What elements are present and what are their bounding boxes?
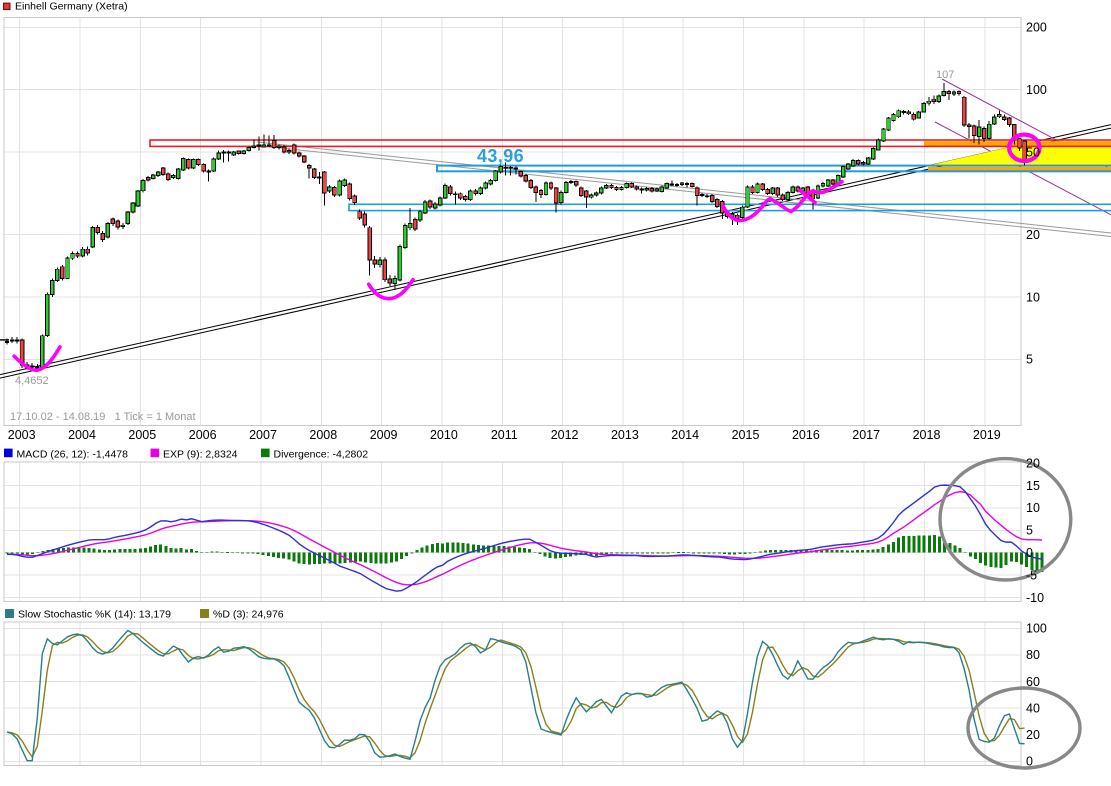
svg-text:Einhell Germany (Xetra): Einhell Germany (Xetra) [15,1,128,13]
svg-text:2017: 2017 [852,428,880,442]
svg-text:5: 5 [1026,524,1033,538]
svg-text:2005: 2005 [128,428,156,442]
svg-text:50: 50 [1026,145,1040,159]
svg-text:2010: 2010 [430,428,458,442]
svg-text:MACD (26, 12): -1,4478: MACD (26, 12): -1,4478 [17,449,129,461]
svg-text:20: 20 [1026,456,1040,470]
svg-text:EXP (9): 2,8324: EXP (9): 2,8324 [163,449,238,461]
svg-text:%D (3): 24,976: %D (3): 24,976 [213,609,284,621]
svg-text:2014: 2014 [671,428,699,442]
svg-text:5: 5 [1026,353,1033,367]
svg-text:2016: 2016 [792,428,820,442]
svg-text:15: 15 [1026,479,1040,493]
svg-text:10: 10 [1026,501,1040,515]
svg-text:2004: 2004 [68,428,96,442]
svg-text:Divergence: -4,2802: Divergence: -4,2802 [274,449,369,461]
svg-text:-5: -5 [1026,568,1037,582]
svg-text:2019: 2019 [973,428,1001,442]
svg-text:2015: 2015 [732,428,760,442]
svg-text:40: 40 [1026,701,1040,715]
svg-text:2018: 2018 [913,428,941,442]
svg-text:Slow Stochastic %K (14): 13,17: Slow Stochastic %K (14): 13,179 [18,609,171,621]
svg-text:2011: 2011 [491,428,518,442]
svg-text:2012: 2012 [551,428,579,442]
svg-text:2006: 2006 [189,428,217,442]
svg-text:17.10.02 - 14.08.19 1 Tick =: 17.10.02 - 14.08.19 1 Tick = 1 Monat [10,411,196,423]
svg-text:20: 20 [1026,728,1040,742]
svg-text:2013: 2013 [611,428,639,442]
svg-text:-10: -10 [1026,591,1044,605]
svg-text:20: 20 [1026,228,1040,242]
svg-text:0: 0 [1026,755,1033,769]
svg-text:2003: 2003 [8,428,36,442]
svg-text:2007: 2007 [249,428,277,442]
svg-text:10: 10 [1026,290,1040,304]
svg-text:80: 80 [1026,648,1040,662]
svg-text:100: 100 [1026,83,1047,97]
svg-text:100: 100 [1026,622,1047,636]
svg-text:43,96: 43,96 [477,146,524,166]
svg-text:107: 107 [936,69,954,81]
svg-text:60: 60 [1026,675,1040,689]
svg-text:2008: 2008 [309,428,337,442]
svg-text:4,4652: 4,4652 [15,375,49,387]
svg-text:200: 200 [1026,21,1047,35]
svg-text:0: 0 [1026,546,1033,560]
svg-text:2009: 2009 [370,428,398,442]
